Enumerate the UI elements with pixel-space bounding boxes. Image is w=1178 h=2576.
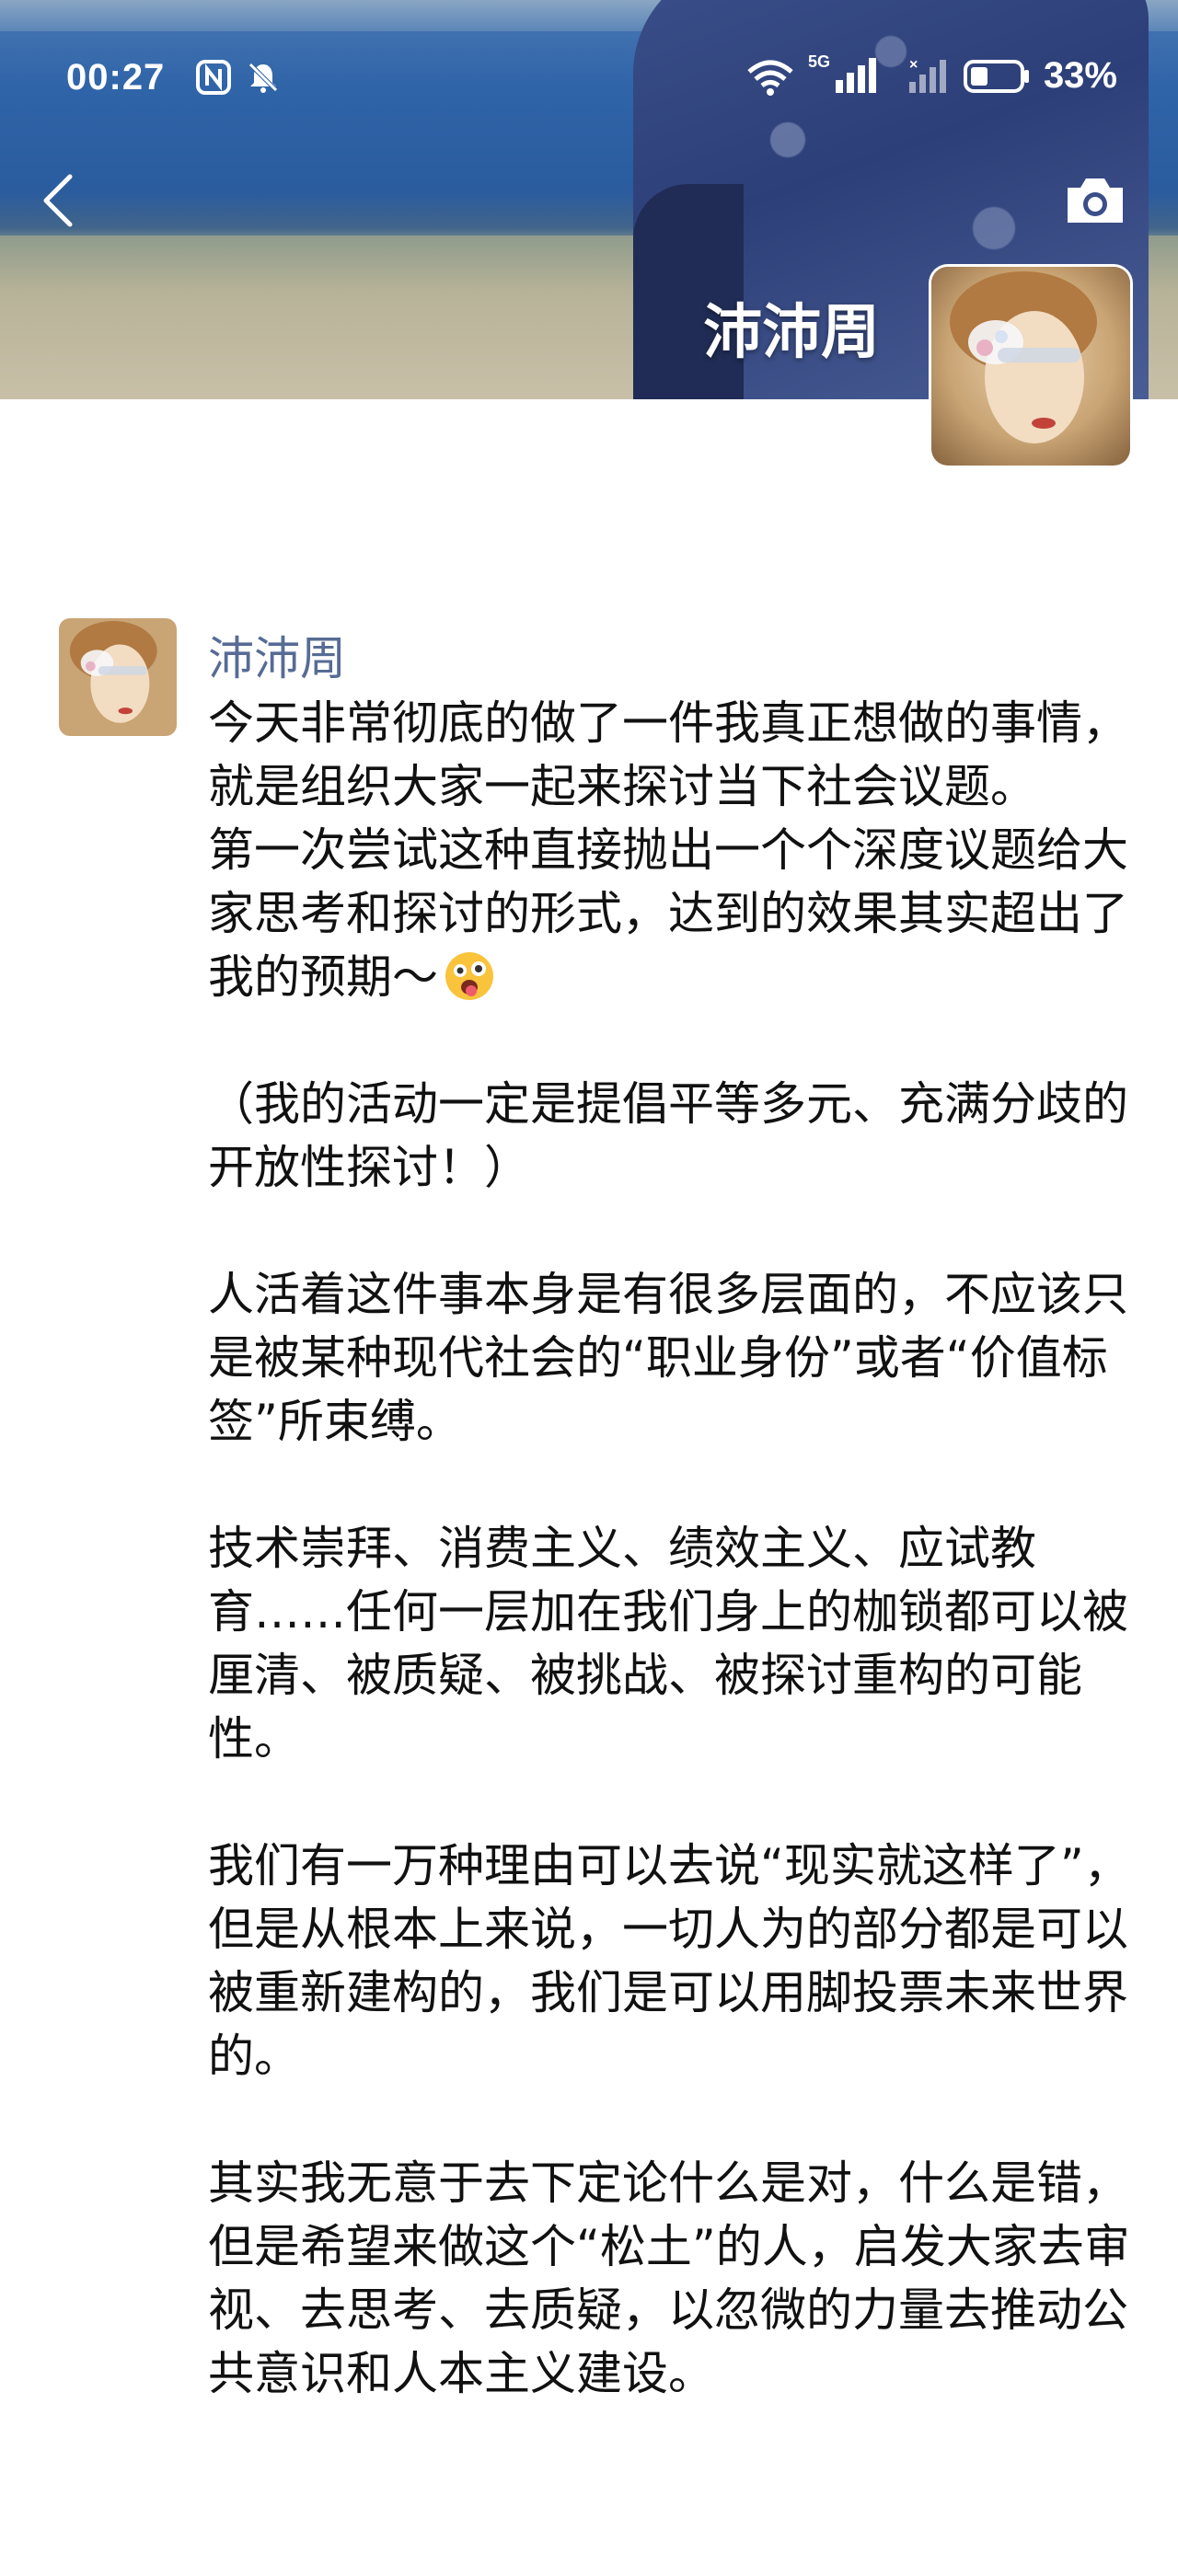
post-paragraph: 但是从根本上来说，一切人为的部分都是可以被重新建构的，我们是可以用脚投票未来世界… [208, 1903, 1128, 2083]
post-paragraph: 技术崇拜、消费主义、绩效主义、应试教育……任何一层加在我们身上的枷锁都可以被厘清… [208, 1522, 1128, 1765]
post-paragraph: 第一次尝试这种直接抛出一个个深度议题给大家思考和探讨的形式，达到的效果其实超出了… [208, 819, 1138, 1009]
tongue-out-emoji-icon [445, 952, 493, 1000]
post-paragraph: 其实我无意于去下定论什么是对，什么是错，但是希望来做这个“松土”的人，启发大家去… [208, 2156, 1130, 2400]
signal-5g-icon: 5G [808, 52, 891, 97]
profile-name: 沛沛周 [703, 299, 880, 367]
post-author-name[interactable]: 沛沛周 [208, 622, 346, 688]
camera-icon [1068, 178, 1123, 223]
status-time: 00:27 [66, 57, 166, 98]
battery-percentage: 33% [1043, 55, 1117, 96]
avatar-portrait-image [59, 618, 177, 736]
avatar-portrait-image [931, 267, 1130, 466]
wifi-icon [747, 60, 793, 96]
svg-text:×: × [909, 57, 918, 73]
post-paragraph: （我的活动一定是提倡平等多元、充满分歧的开放性探讨！） [208, 1077, 1128, 1194]
post-paragraph: 人活着这件事本身是有很多层面的，不应该只是被某种现代社会的“职业身份”或者“价值… [208, 1268, 1128, 1448]
mute-bell-icon [248, 63, 278, 93]
profile-avatar[interactable] [931, 267, 1130, 466]
status-right-icons: 5G × 33% [745, 52, 1117, 97]
camera-button[interactable] [1062, 173, 1128, 228]
post-text: 今天非常彻底的做了一件我真正想做的事情，就是组织大家一起来探讨当下社会议题。 第… [208, 692, 1138, 2406]
status-left-icons [195, 59, 282, 96]
post-paragraph: 我们有一万种理由可以去说“现实就这样了”， [208, 1839, 1130, 1892]
battery-icon [963, 59, 1029, 93]
signal-no-sim-icon: × [908, 57, 946, 93]
nfc-icon [196, 60, 231, 95]
post-paragraph-text: 第一次尝试这种直接抛出一个个深度议题给大家思考和探讨的形式，达到的效果其实超出了… [208, 823, 1128, 1004]
post-author-avatar[interactable] [59, 618, 177, 736]
post-paragraph: 今天非常彻底的做了一件我真正想做的事情，就是组织大家一起来探讨当下社会议题。 [208, 696, 1128, 813]
chevron-left-icon [43, 174, 73, 227]
back-button[interactable] [35, 171, 85, 230]
